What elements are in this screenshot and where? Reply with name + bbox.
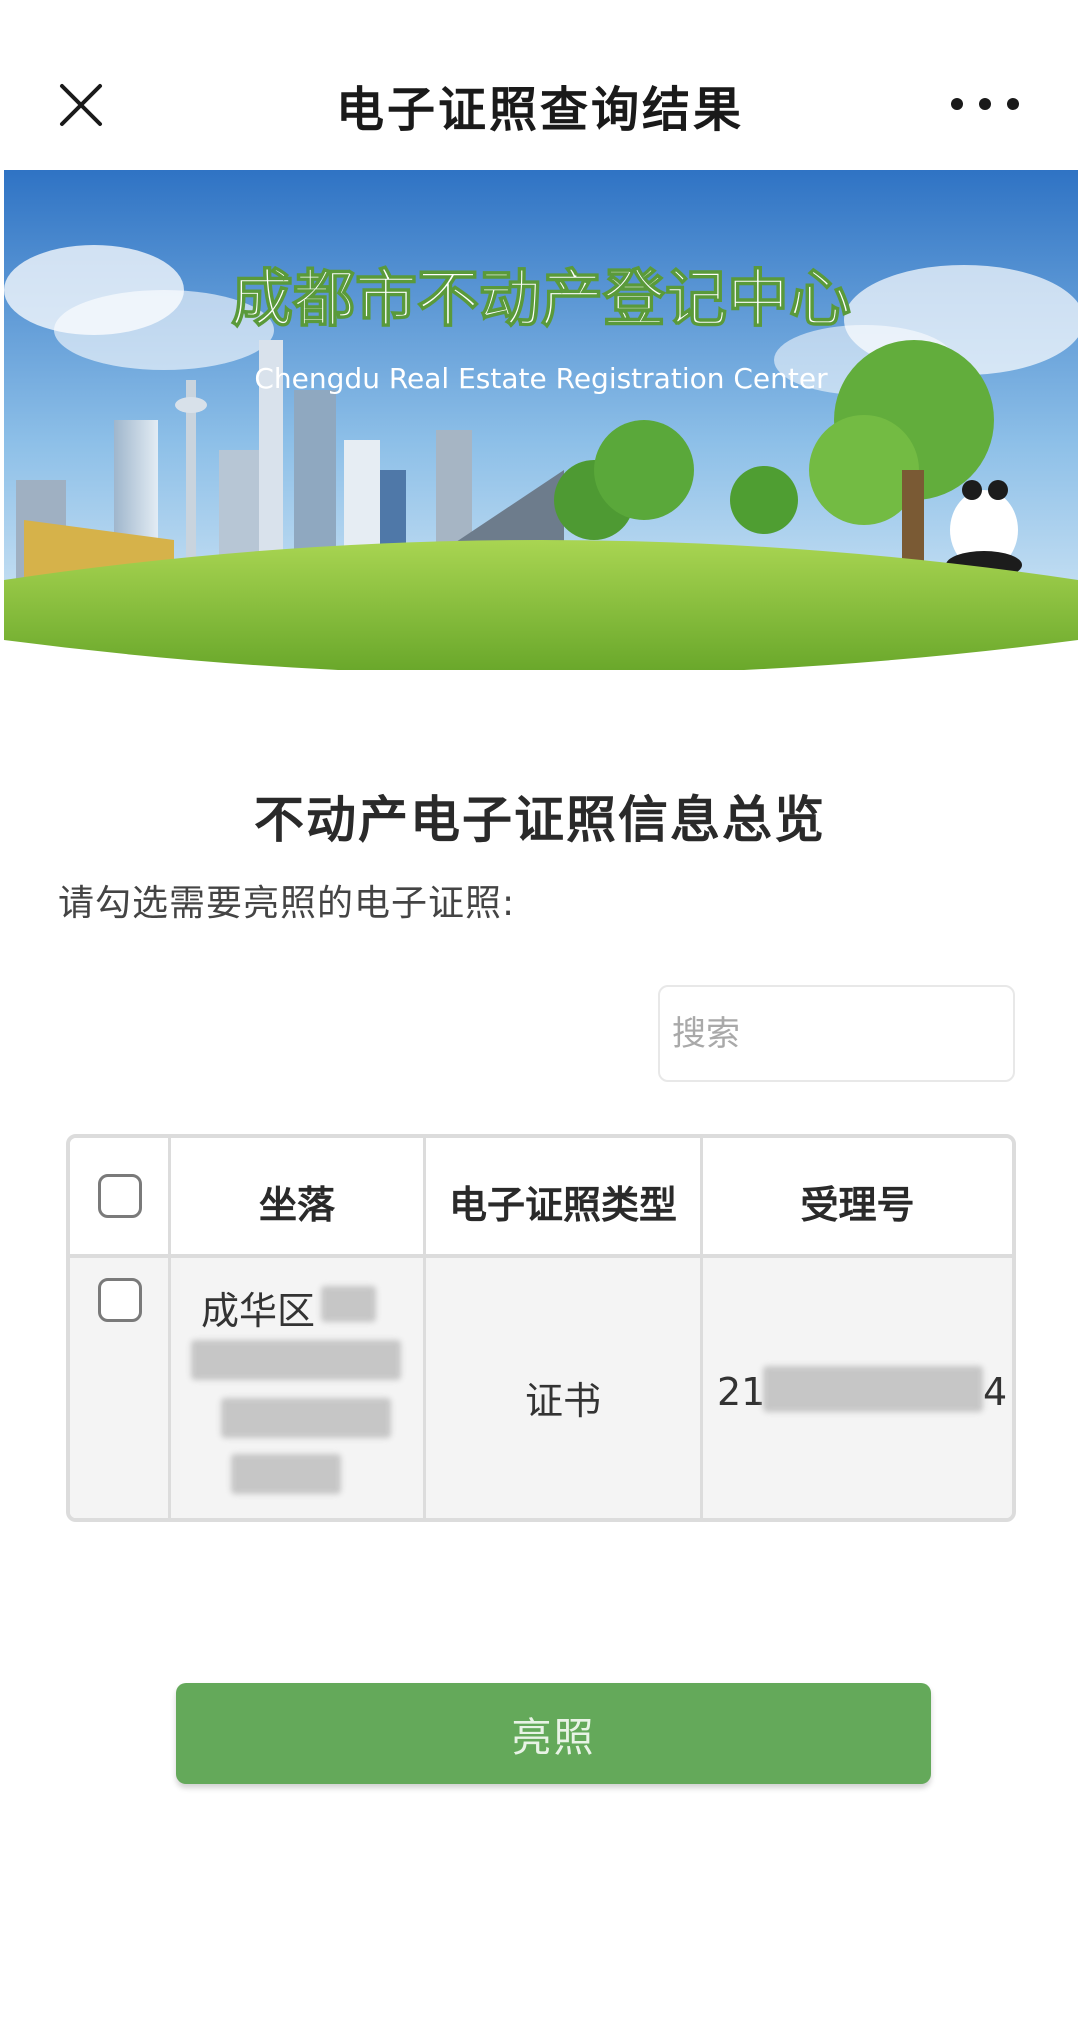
page-title: 电子证照查询结果 (335, 82, 744, 138)
license-table: 坐落 电子证照类型 受理号 成华区 证书 21 4 (66, 1134, 1016, 1522)
header-cell-select (70, 1138, 171, 1254)
more-dots-icon[interactable] (940, 84, 1030, 124)
search-input[interactable] (658, 985, 1015, 1082)
banner-title: 成都市不动产登记中心 (231, 262, 851, 335)
redacted-address (321, 1286, 376, 1322)
table-row[interactable]: 成华区 证书 21 4 (70, 1258, 1012, 1518)
row-checkbox[interactable] (98, 1278, 142, 1322)
license-type-text: 证书 (524, 1379, 601, 1423)
column-header-location: 坐落 (258, 1183, 335, 1227)
page: 电子证照查询结果 成都市不动产登记中心 Chengdu Real Estate … (0, 0, 1080, 2044)
acceptance-no-suffix: 4 (983, 1370, 1008, 1414)
redacted-address (191, 1340, 401, 1380)
select-all-checkbox[interactable] (98, 1174, 142, 1218)
table-header: 坐落 电子证照类型 受理号 (70, 1138, 1012, 1258)
redacted-address (231, 1454, 341, 1494)
banner-subtitle: Chengdu Real Estate Registration Center (254, 362, 828, 395)
top-navbar: 电子证照查询结果 (0, 0, 1080, 170)
location-text: 成华区 (201, 1289, 316, 1333)
redacted-acceptance-no (763, 1366, 983, 1412)
row-cell-acceptance: 21 4 (703, 1258, 1012, 1518)
section-title: 不动产电子证照信息总览 (254, 791, 826, 849)
header-cell-type: 电子证照类型 (426, 1138, 703, 1254)
instruction-text: 请勾选需要亮照的电子证照: (58, 883, 516, 924)
column-header-type: 电子证照类型 (448, 1183, 677, 1227)
header-cell-location: 坐落 (171, 1138, 426, 1254)
show-license-button[interactable]: 亮照 (176, 1683, 931, 1784)
header-cell-acceptance: 受理号 (703, 1138, 1012, 1254)
row-cell-location: 成华区 (171, 1258, 426, 1518)
column-header-acceptance-no: 受理号 (800, 1183, 915, 1227)
acceptance-no-prefix: 21 (717, 1370, 766, 1414)
row-cell-select (70, 1258, 171, 1518)
banner-image: 成都市不动产登记中心 Chengdu Real Estate Registrat… (4, 170, 1078, 670)
redacted-address (221, 1398, 391, 1438)
row-cell-type: 证书 (426, 1258, 703, 1518)
